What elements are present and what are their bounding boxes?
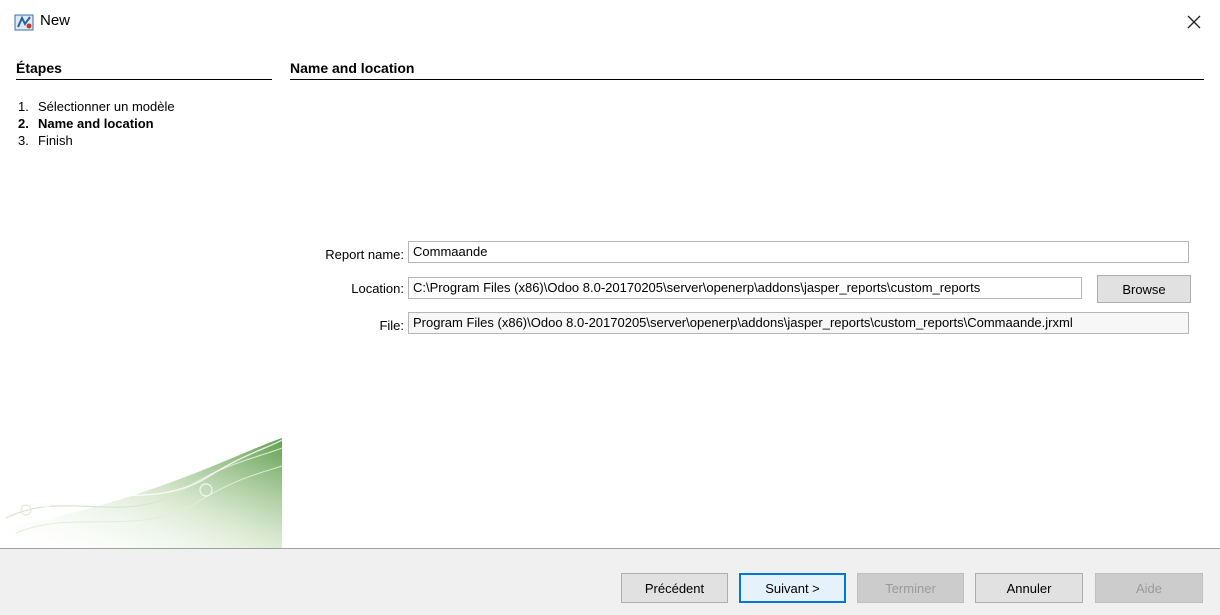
location-input[interactable]: C:\Program Files (x86)\Odoo 8.0-20170205… <box>408 277 1082 299</box>
report-name-label: Report name: <box>325 247 404 262</box>
step-number: 3. <box>18 133 29 148</box>
step-label: Finish <box>38 133 73 148</box>
step-item: 3. Finish <box>18 132 175 149</box>
title-bar: New <box>0 0 1220 44</box>
steps-heading: Étapes <box>16 60 272 80</box>
next-button[interactable]: Suivant > <box>739 573 846 603</box>
decorative-swirl-image <box>6 438 282 548</box>
step-label: Sélectionner un modèle <box>38 99 175 114</box>
previous-button[interactable]: Précédent <box>621 573 728 603</box>
location-label: Location: <box>351 281 404 296</box>
report-name-input[interactable]: Commaande <box>408 241 1189 263</box>
cancel-button[interactable]: Annuler <box>975 573 1083 603</box>
steps-panel: Étapes 1. Sélectionner un modèle 2. Name a… <box>6 44 282 548</box>
step-item: 1. Sélectionner un modèle <box>18 98 175 115</box>
close-icon <box>1187 15 1201 29</box>
file-label: File: <box>379 318 404 333</box>
browse-button[interactable]: Browse <box>1097 275 1191 303</box>
finish-button[interactable]: Terminer <box>857 573 964 603</box>
jaspersoft-app-icon <box>14 14 34 31</box>
file-input[interactable]: Program Files (x86)\Odoo 8.0-20170205\se… <box>408 312 1189 334</box>
page-heading: Name and location <box>290 60 1204 80</box>
step-item-active: 2. Name and location <box>18 115 175 132</box>
step-label: Name and location <box>38 116 154 131</box>
steps-list: 1. Sélectionner un modèle 2. Name and loca… <box>18 98 175 149</box>
step-number: 2. <box>18 116 29 131</box>
close-button[interactable] <box>1174 6 1214 38</box>
window-title: New <box>40 12 71 29</box>
help-button[interactable]: Aide <box>1095 573 1203 603</box>
step-number: 1. <box>18 99 29 114</box>
